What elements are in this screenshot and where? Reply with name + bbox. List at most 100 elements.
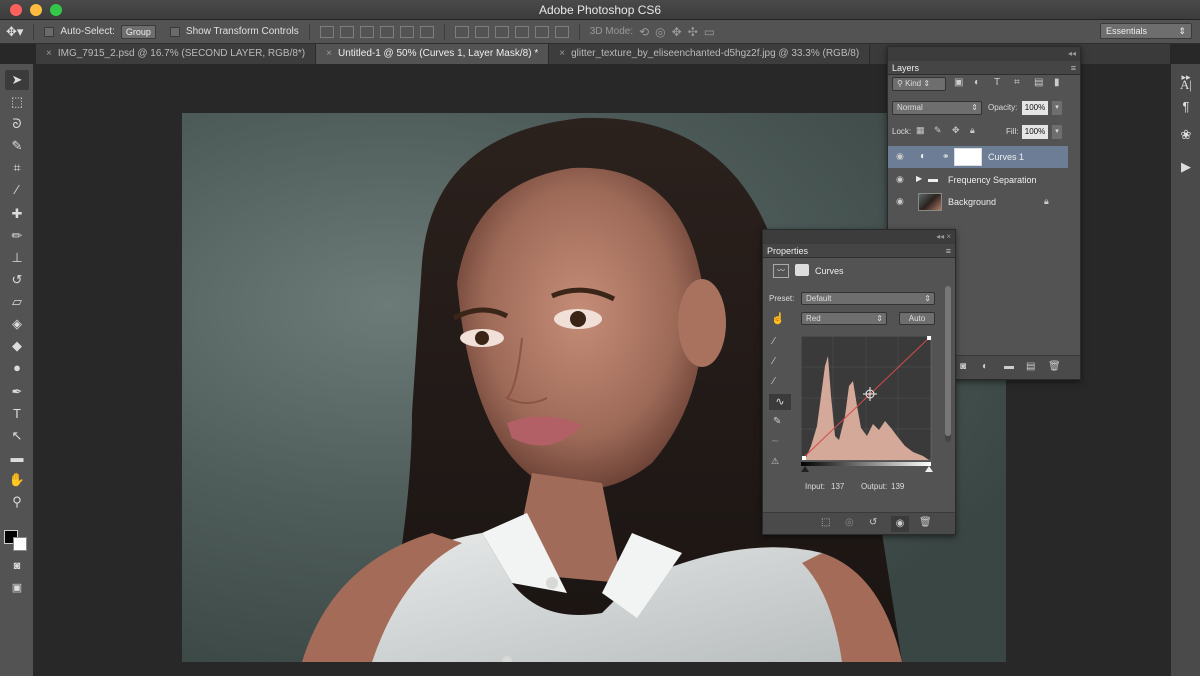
filter-toggle-icon[interactable]: ▮	[1054, 77, 1060, 88]
hand-tool-icon[interactable]: ✋	[5, 470, 29, 490]
align-right-icon[interactable]	[419, 25, 434, 38]
pen-tool-icon[interactable]: ✒	[5, 382, 29, 402]
lasso-tool-icon[interactable]: ᘐ	[5, 114, 29, 134]
close-icon[interactable]: ×	[559, 48, 565, 59]
distribute-right-icon[interactable]	[554, 25, 569, 38]
layer-frequency-separation[interactable]: ◉ ▶ ▬ Frequency Separation	[888, 169, 1068, 191]
eraser-tool-icon[interactable]: ▱	[5, 292, 29, 312]
character-panel-icon[interactable]: A|	[1174, 74, 1198, 96]
visibility-eye-icon[interactable]: ◉	[896, 151, 904, 162]
clipping-warning-icon[interactable]: ⚠	[771, 456, 779, 467]
align-left-icon[interactable]	[379, 25, 394, 38]
lock-transparency-icon[interactable]: ▦	[916, 125, 925, 136]
channel-dropdown[interactable]: Red ⇕	[801, 312, 887, 325]
layer-curves-1[interactable]: ◉ ◐ ⚭ Curves 1	[888, 146, 1068, 168]
link-icon[interactable]: ⚭	[942, 151, 950, 162]
screen-mode-icon[interactable]: ▣	[5, 578, 29, 598]
filter-type-icon[interactable]: T	[994, 77, 1000, 88]
clone-stamp-tool-icon[interactable]: ⊥	[5, 248, 29, 268]
distribute-hcenter-icon[interactable]	[534, 25, 549, 38]
3d-rotate-icon[interactable]: ⟲	[639, 25, 649, 39]
visibility-eye-icon[interactable]: ◉	[891, 516, 909, 532]
close-window-button[interactable]	[10, 4, 22, 16]
black-point-eyedropper-icon[interactable]: ⁄	[773, 336, 775, 347]
tab-img-7915[interactable]: × IMG_7915_2.psd @ 16.7% (SECOND LAYER, R…	[36, 44, 317, 64]
distribute-vcenter-icon[interactable]	[474, 25, 489, 38]
curve-points-tool-icon[interactable]: ∿	[769, 394, 791, 410]
scrollbar-thumb[interactable]	[945, 286, 951, 436]
clip-to-layer-icon[interactable]: ⬚	[821, 517, 830, 528]
zoom-window-button[interactable]	[50, 4, 62, 16]
trash-icon[interactable]: 🗑︎	[919, 517, 932, 528]
align-bottom-icon[interactable]	[359, 25, 374, 38]
layer-filter-dropdown[interactable]: ⚲ Kind ⇕	[892, 77, 946, 91]
curves-graph[interactable]	[801, 336, 935, 472]
layer-name[interactable]: Frequency Separation	[948, 175, 1037, 185]
filter-smart-object-icon[interactable]: ▤	[1034, 77, 1043, 88]
history-brush-tool-icon[interactable]: ↺	[5, 270, 29, 290]
new-group-icon[interactable]: ▬	[1004, 361, 1014, 372]
align-hcenter-icon[interactable]	[399, 25, 414, 38]
quick-mask-icon[interactable]: ◙	[5, 556, 29, 576]
opacity-input[interactable]: 100%	[1022, 101, 1048, 115]
view-previous-icon[interactable]: ◎	[845, 517, 854, 528]
tab-glitter-texture[interactable]: × glitter_texture_by_eliseenchanted-d5hgz…	[549, 44, 871, 64]
filter-pixel-icon[interactable]: ▣	[954, 77, 963, 88]
background-color-swatch[interactable]	[13, 537, 27, 551]
filter-shape-icon[interactable]: ⌗	[1014, 77, 1020, 88]
white-input-slider[interactable]	[925, 466, 933, 472]
healing-brush-tool-icon[interactable]: ✚	[5, 204, 29, 224]
move-tool-icon[interactable]: ✥▾	[6, 24, 23, 40]
rectangle-tool-icon[interactable]: ▬	[5, 448, 29, 468]
panel-menu-icon[interactable]: ≡	[946, 244, 951, 258]
zoom-tool-icon[interactable]: ⚲	[5, 492, 29, 512]
distribute-bottom-icon[interactable]	[494, 25, 509, 38]
gray-point-eyedropper-icon[interactable]: ⁄	[773, 356, 775, 367]
auto-select-checkbox[interactable]	[44, 26, 55, 37]
3d-roll-icon[interactable]: ◎	[655, 25, 665, 39]
new-layer-icon[interactable]: ▤	[1026, 361, 1035, 372]
curve-black-point[interactable]	[802, 456, 806, 460]
actions-panel-icon[interactable]: ▶	[1174, 156, 1198, 178]
mask-icon[interactable]	[795, 264, 809, 276]
fill-input[interactable]: 100%	[1022, 125, 1048, 139]
3d-scale-icon[interactable]: ▭	[704, 25, 715, 39]
close-icon[interactable]: ×	[46, 48, 52, 59]
visibility-eye-icon[interactable]: ◉	[896, 196, 904, 207]
blend-mode-dropdown[interactable]: Normal ⇕	[892, 101, 982, 115]
on-image-adjust-icon[interactable]: ☝	[771, 312, 785, 325]
path-selection-tool-icon[interactable]: ↖	[5, 426, 29, 446]
paragraph-panel-icon[interactable]: ¶	[1174, 96, 1198, 118]
type-tool-icon[interactable]: T	[5, 404, 29, 424]
lock-position-icon[interactable]: ✥	[952, 125, 960, 136]
layer-mask-thumbnail[interactable]	[954, 148, 982, 166]
show-transform-checkbox[interactable]	[169, 26, 180, 37]
lock-all-icon[interactable]: 🔒︎	[970, 125, 975, 136]
layer-background[interactable]: ◉ Background 🔒︎	[888, 191, 1068, 213]
brush-tool-icon[interactable]: ✏	[5, 226, 29, 246]
blur-tool-icon[interactable]: ◆	[5, 336, 29, 356]
panel-menu-icon[interactable]: ≡	[1071, 61, 1076, 75]
new-adjustment-layer-icon[interactable]: ◐	[982, 361, 988, 372]
trash-icon[interactable]: 🗑︎	[1048, 361, 1061, 372]
input-value[interactable]: 137	[831, 482, 844, 491]
auto-button[interactable]: Auto	[899, 312, 935, 325]
quick-select-tool-icon[interactable]: ✎	[5, 136, 29, 156]
layer-thumbnail[interactable]	[918, 193, 942, 211]
paint-bucket-tool-icon[interactable]: ◈	[5, 314, 29, 334]
preset-dropdown[interactable]: Default ⇕	[801, 292, 935, 305]
smooth-curve-icon[interactable]: ∼	[771, 436, 779, 447]
tab-untitled-1[interactable]: × Untitled-1 @ 50% (Curves 1, Layer Mask/…	[316, 44, 550, 64]
align-vcenter-icon[interactable]	[339, 25, 354, 38]
layer-name[interactable]: Background	[948, 197, 996, 207]
channels-panel-icon[interactable]: ❀	[1174, 124, 1198, 146]
opacity-slider-toggle[interactable]: ▾	[1052, 101, 1062, 115]
minimize-window-button[interactable]	[30, 4, 42, 16]
filter-adjustment-icon[interactable]: ◐	[974, 77, 980, 88]
white-point-eyedropper-icon[interactable]: ⁄	[773, 376, 775, 387]
curve-white-point[interactable]	[927, 336, 931, 340]
expand-arrow-icon[interactable]: ▶	[916, 174, 922, 183]
workspace-dropdown[interactable]: Essentials ⇕	[1100, 23, 1192, 39]
reset-icon[interactable]: ↺	[869, 517, 877, 528]
output-value[interactable]: 139	[891, 482, 904, 491]
